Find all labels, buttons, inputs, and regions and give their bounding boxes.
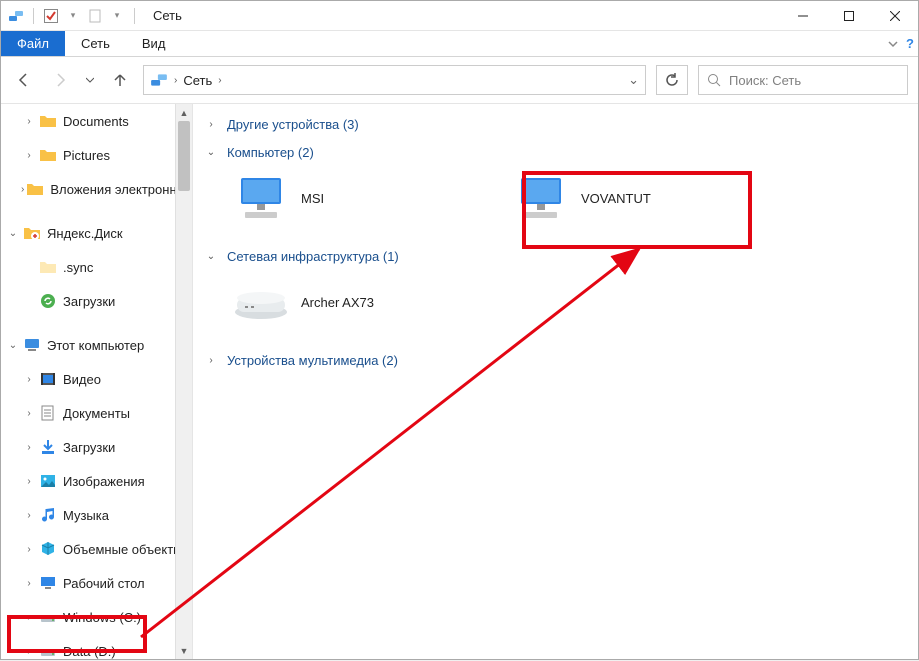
explorer-window: ▾ ▾ Сеть Файл Сеть Вид ? [0, 0, 919, 660]
annotation-overlay [1, 1, 919, 661]
